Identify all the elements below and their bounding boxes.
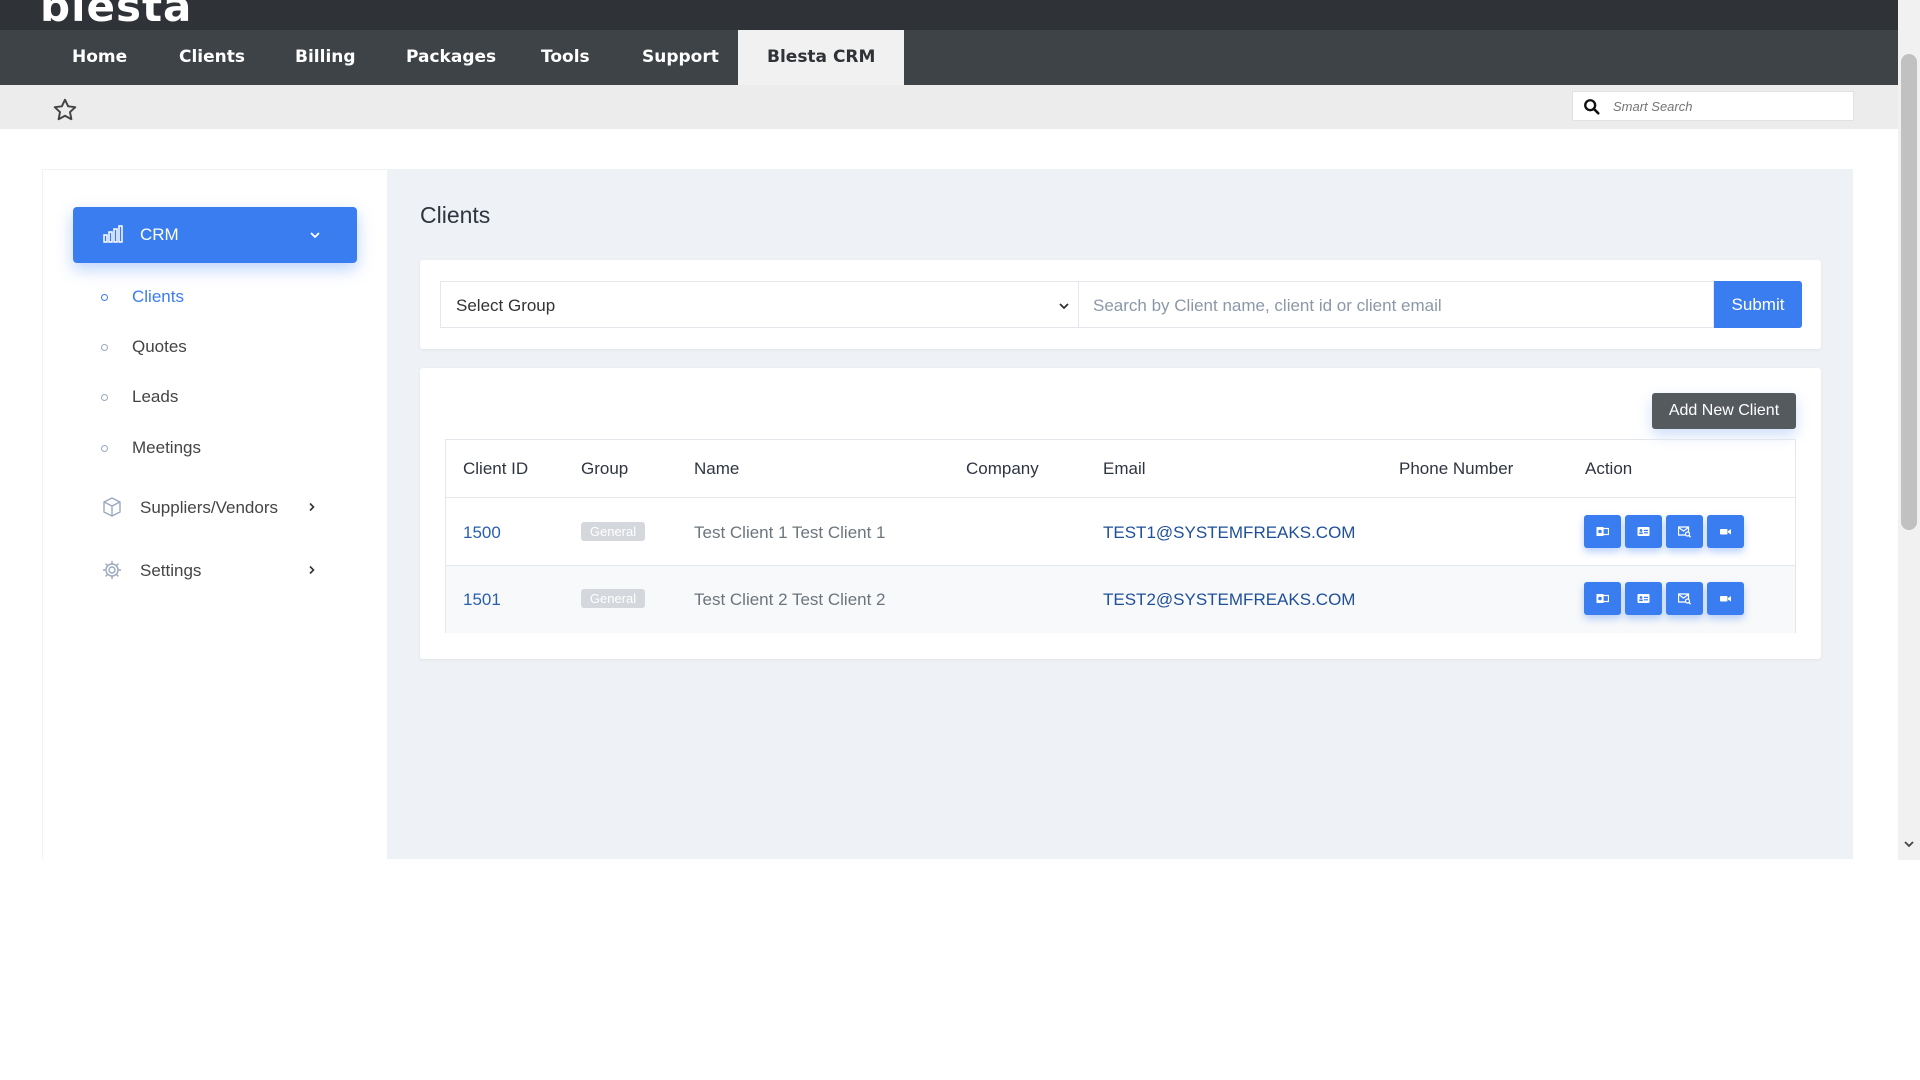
nav-billing[interactable]: Billing xyxy=(295,30,356,85)
bar-chart-icon xyxy=(103,225,123,243)
nav-packages[interactable]: Packages xyxy=(406,30,496,85)
client-id-link[interactable]: 1501 xyxy=(463,590,501,610)
group-select-value: Select Group xyxy=(456,296,556,315)
bullet-icon xyxy=(101,294,108,301)
nav-tools[interactable]: Tools xyxy=(541,30,590,85)
chevron-down-icon xyxy=(310,232,320,239)
gear-icon xyxy=(103,561,121,579)
star-icon[interactable] xyxy=(52,97,78,123)
contact-action-button[interactable] xyxy=(1625,515,1662,548)
column-header-phone-number[interactable]: Phone Number xyxy=(1399,459,1513,479)
search-icon xyxy=(1584,99,1600,115)
add-new-client-button[interactable]: Add New Client xyxy=(1652,393,1796,429)
scroll-down-arrow-icon[interactable] xyxy=(1903,838,1915,850)
video-action-button[interactable] xyxy=(1707,582,1744,615)
vertical-scrollbar[interactable] xyxy=(1898,0,1920,860)
client-id-link[interactable]: 1500 xyxy=(463,523,501,543)
column-header-email[interactable]: Email xyxy=(1103,459,1146,479)
column-header-group[interactable]: Group xyxy=(581,459,628,479)
email-search-icon xyxy=(1678,526,1691,538)
top-header: blesta xyxy=(0,0,1898,30)
crm-menu-button[interactable]: CRM xyxy=(73,207,357,263)
smart-search-input[interactable] xyxy=(1613,96,1843,116)
outlook-icon xyxy=(1596,594,1609,603)
bullet-icon xyxy=(101,445,108,452)
chevron-right-icon xyxy=(309,502,315,512)
client-name: Test Client 1 Test Client 1 xyxy=(694,523,886,542)
contact-card-icon xyxy=(1637,594,1650,603)
blesta-logo[interactable]: blesta xyxy=(40,0,192,30)
nav-clients[interactable]: Clients xyxy=(179,30,245,85)
outlook-action-button[interactable] xyxy=(1584,582,1621,615)
outlook-icon xyxy=(1596,527,1609,536)
chevron-down-icon xyxy=(1059,303,1069,310)
client-search-input[interactable] xyxy=(1093,295,1693,317)
box-icon xyxy=(103,497,121,517)
column-header-action: Action xyxy=(1585,459,1633,478)
group-badge: General xyxy=(581,522,645,541)
outlook-action-button[interactable] xyxy=(1584,515,1621,548)
submit-button[interactable]: Submit xyxy=(1714,281,1802,328)
smart-search[interactable] xyxy=(1572,91,1854,121)
page: blesta Home Clients Billing Packages Too… xyxy=(0,0,1920,1080)
video-icon xyxy=(1720,529,1731,535)
column-header-company[interactable]: Company xyxy=(966,459,1039,479)
email-search-action-button[interactable] xyxy=(1666,582,1703,615)
nav-home[interactable]: Home xyxy=(72,30,127,85)
column-header-name[interactable]: Name xyxy=(694,459,739,479)
email-search-icon xyxy=(1678,593,1691,605)
video-action-button[interactable] xyxy=(1707,515,1744,548)
contact-card-icon xyxy=(1637,527,1650,536)
contact-action-button[interactable] xyxy=(1625,582,1662,615)
bullet-icon xyxy=(101,344,108,351)
email-search-action-button[interactable] xyxy=(1666,515,1703,548)
page-title: Clients xyxy=(420,202,491,228)
group-select[interactable]: Select Group xyxy=(440,281,1078,328)
main-nav: Home Clients Billing Packages Tools Supp… xyxy=(0,30,1898,85)
client-search-field[interactable] xyxy=(1078,281,1714,328)
group-badge: General xyxy=(581,589,645,608)
video-icon xyxy=(1720,596,1731,602)
bullet-icon xyxy=(101,394,108,401)
nav-support[interactable]: Support xyxy=(642,30,719,85)
client-email-link[interactable]: TEST2@SYSTEMFREAKS.COM xyxy=(1103,590,1355,610)
scrollbar-thumb[interactable] xyxy=(1901,54,1917,530)
client-email-link[interactable]: TEST1@SYSTEMFREAKS.COM xyxy=(1103,523,1355,543)
column-header-client-id[interactable]: Client ID xyxy=(463,459,528,479)
nav-blesta-crm[interactable]: Blesta CRM xyxy=(738,30,905,85)
chevron-right-icon xyxy=(309,565,315,575)
client-name: Test Client 2 Test Client 2 xyxy=(694,590,886,609)
crm-label: CRM xyxy=(140,225,179,244)
